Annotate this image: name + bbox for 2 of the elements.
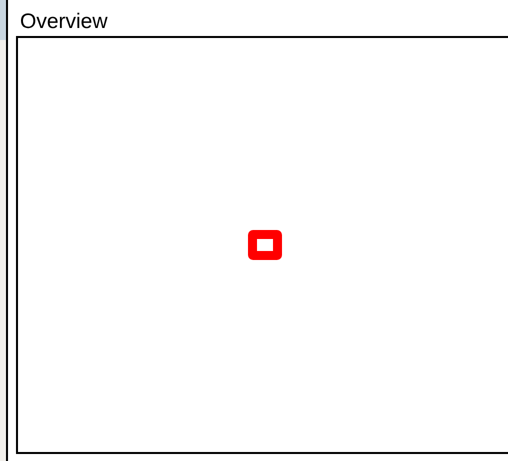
viewport-marker[interactable] <box>248 230 282 260</box>
panel-title: Overview <box>19 9 109 35</box>
